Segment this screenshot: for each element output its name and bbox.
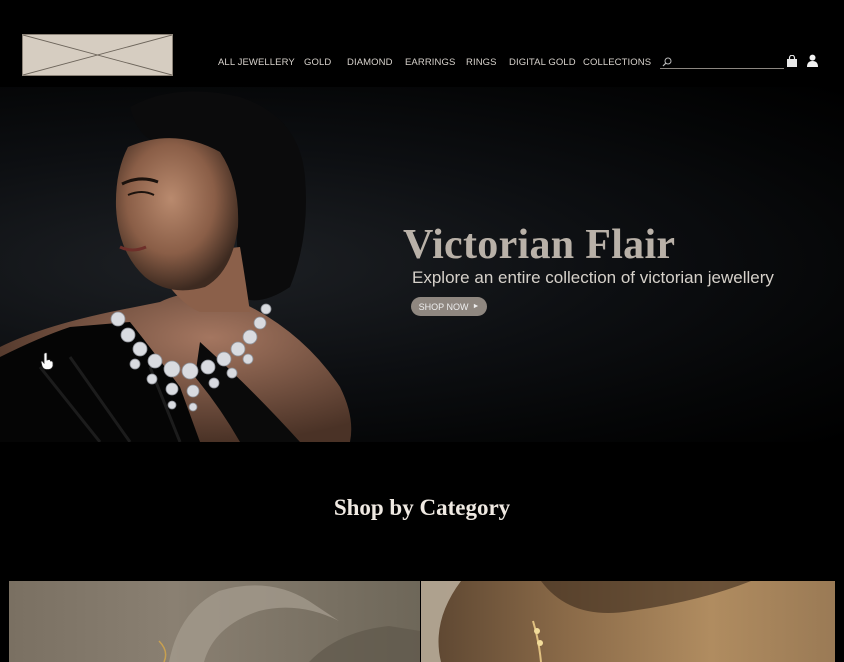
category-tile-2[interactable] bbox=[421, 581, 835, 662]
shop-by-category-heading: Shop by Category bbox=[333, 495, 511, 520]
shop-now-button[interactable]: SHOP NOW ► bbox=[411, 297, 487, 316]
hand-pointer-icon bbox=[40, 352, 54, 370]
nav-earrings[interactable]: EARRINGS bbox=[405, 57, 455, 68]
nav-digital-gold[interactable]: DIGITAL GOLD bbox=[509, 57, 576, 68]
image-placeholder-icon bbox=[23, 35, 172, 75]
nav-rings[interactable]: RINGS bbox=[466, 57, 497, 68]
hero-title: Victorian Flair bbox=[403, 222, 676, 268]
logo-placeholder[interactable] bbox=[22, 34, 173, 76]
category-tile-1[interactable] bbox=[9, 581, 420, 662]
category-image bbox=[158, 585, 420, 662]
hero-banner[interactable]: Victorian Flair Explore an entire collec… bbox=[0, 87, 844, 442]
nav-diamond[interactable]: DIAMOND bbox=[347, 57, 393, 68]
search-icon[interactable] bbox=[662, 57, 672, 67]
user-icon[interactable] bbox=[806, 54, 819, 67]
nav-gold[interactable]: GOLD bbox=[304, 57, 331, 68]
shop-now-label: SHOP NOW bbox=[418, 301, 469, 312]
play-arrow-icon: ► bbox=[472, 303, 480, 310]
site-header: ALL JEWELLERY GOLD DIAMOND EARRINGS RING… bbox=[0, 0, 844, 86]
search-input[interactable] bbox=[674, 56, 782, 68]
nav-all-jewellery[interactable]: ALL JEWELLERY bbox=[218, 57, 295, 68]
category-image bbox=[421, 581, 751, 662]
hero-subtitle: Explore an entire collection of victoria… bbox=[412, 268, 774, 287]
search-box bbox=[660, 56, 784, 69]
nav-collections[interactable]: COLLECTIONS bbox=[583, 57, 651, 68]
shopping-bag-icon[interactable] bbox=[786, 55, 798, 68]
hero-model-image bbox=[0, 91, 352, 442]
